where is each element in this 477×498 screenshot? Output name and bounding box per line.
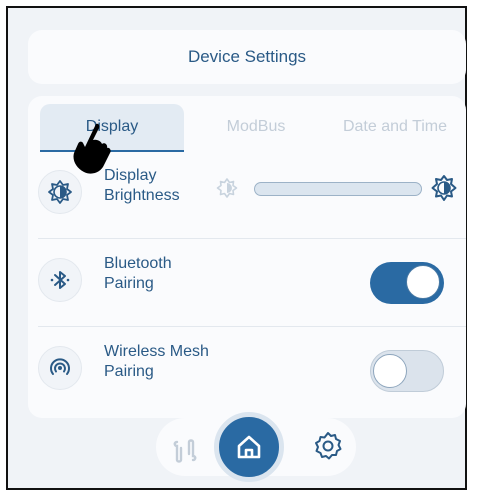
tab-date-and-time[interactable]: Date and Time bbox=[324, 104, 466, 150]
tab-label: Date and Time bbox=[342, 118, 448, 135]
home-button[interactable] bbox=[214, 412, 284, 482]
brightness-high-icon bbox=[431, 175, 457, 201]
setting-row-wireless-mesh-pairing: Wireless Mesh Pairing bbox=[28, 328, 466, 416]
toggle-knob bbox=[373, 354, 407, 388]
gear-icon[interactable] bbox=[312, 430, 344, 462]
brightness-slider[interactable] bbox=[214, 172, 464, 212]
slider-track[interactable] bbox=[254, 182, 422, 196]
divider bbox=[38, 326, 466, 327]
tab-label: ModBus bbox=[226, 118, 286, 135]
bluetooth-icon bbox=[38, 258, 82, 302]
header-card: Device Settings bbox=[28, 30, 466, 84]
toggle-knob bbox=[406, 265, 440, 299]
wireless-mesh-icon bbox=[38, 346, 82, 390]
app-frame: Device Settings Display ModBus Date and … bbox=[6, 6, 467, 490]
page-title: Device Settings bbox=[187, 47, 307, 66]
swap-icon[interactable] bbox=[168, 434, 202, 468]
setting-label: Bluetooth Pairing bbox=[104, 255, 172, 292]
setting-label: Wireless Mesh Pairing bbox=[104, 343, 209, 380]
bluetooth-toggle[interactable] bbox=[370, 262, 444, 304]
brightness-low-icon bbox=[216, 178, 238, 198]
pointer-hand-icon bbox=[73, 123, 111, 174]
home-icon bbox=[237, 435, 261, 459]
bottom-nav bbox=[8, 412, 477, 492]
wireless-mesh-toggle[interactable] bbox=[370, 350, 444, 392]
divider bbox=[38, 238, 466, 239]
setting-label: Display Brightness bbox=[104, 167, 180, 204]
tab-modbus[interactable]: ModBus bbox=[196, 104, 316, 150]
setting-row-bluetooth-pairing: Bluetooth Pairing bbox=[28, 240, 466, 328]
